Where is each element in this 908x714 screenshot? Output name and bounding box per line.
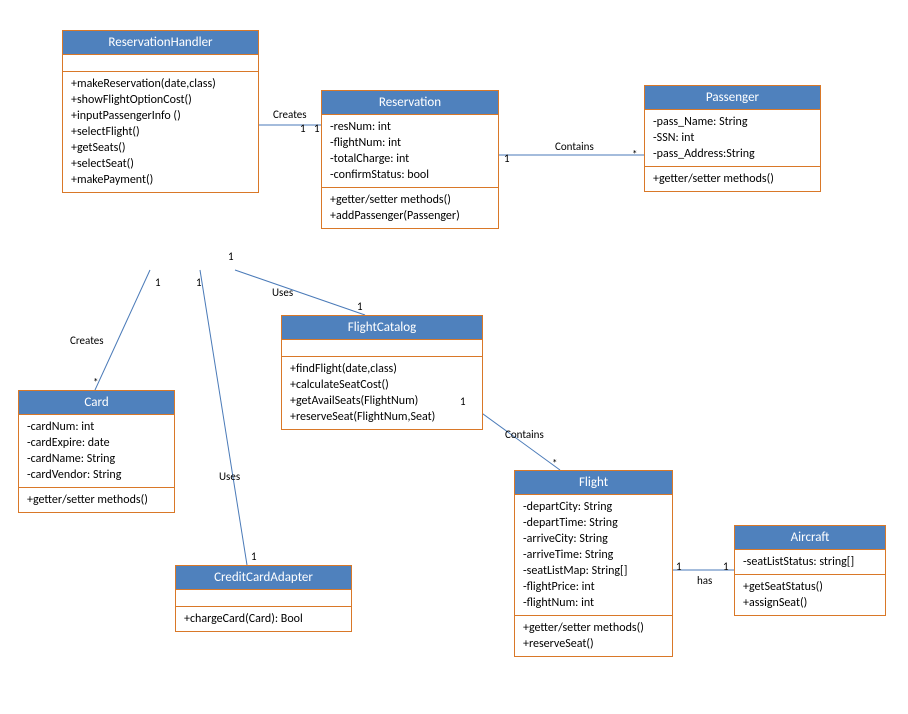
- mult: 1: [228, 250, 234, 263]
- attr: -cardExpire: date: [27, 435, 166, 451]
- mult: 1: [460, 395, 466, 408]
- attrs-section: [63, 55, 258, 72]
- class-flight: Flight -departCity: String -departTime: …: [514, 470, 673, 657]
- methods-section: +getter/setter methods(): [19, 488, 174, 512]
- method: +findFlight(date,class): [290, 361, 474, 377]
- method: +getter/setter methods(): [653, 171, 812, 187]
- method: +addPassenger(Passenger): [330, 208, 490, 224]
- attr: -resNum: int: [330, 119, 490, 135]
- attr: -arriveTime: String: [523, 547, 664, 563]
- mult: 1: [251, 550, 257, 563]
- method: +chargeCard(Card): Bool: [184, 611, 343, 627]
- method: +getSeatStatus(): [743, 579, 877, 595]
- method: +getter/setter methods(): [523, 620, 664, 636]
- class-reservation-handler: ReservationHandler +makeReservation(date…: [62, 30, 259, 193]
- assoc-label: has: [697, 574, 712, 587]
- assoc-label: Contains: [505, 428, 544, 441]
- methods-section: +makeReservation(date,class) +showFlight…: [63, 72, 258, 192]
- class-title: Aircraft: [735, 526, 885, 550]
- assoc-label: Contains: [555, 140, 594, 153]
- class-card: Card -cardNum: int -cardExpire: date -ca…: [18, 390, 175, 513]
- mult: 1: [155, 276, 161, 289]
- method: +reserveSeat(): [523, 636, 664, 652]
- attr: -pass_Address:String: [653, 146, 812, 162]
- attr: -departTime: String: [523, 515, 664, 531]
- mult: 1: [357, 300, 363, 313]
- mult: 1: [196, 276, 202, 289]
- class-title: ReservationHandler: [63, 31, 258, 55]
- attr: -departCity: String: [523, 499, 664, 515]
- attrs-section: -pass_Name: String -SSN: int -pass_Addre…: [645, 110, 820, 167]
- attr: -cardNum: int: [27, 419, 166, 435]
- attr: -arriveCity: String: [523, 531, 664, 547]
- attr: -cardVendor: String: [27, 467, 166, 483]
- attrs-section: -departCity: String -departTime: String …: [515, 495, 672, 616]
- class-title: Passenger: [645, 86, 820, 110]
- class-flight-catalog: FlightCatalog +findFlight(date,class) +c…: [281, 315, 483, 430]
- attr: -seatListStatus: string[]: [743, 554, 877, 570]
- class-credit-card-adapter: CreditCardAdapter +chargeCard(Card): Boo…: [175, 565, 352, 632]
- attr: -SSN: int: [653, 130, 812, 146]
- attr: -flightNum: int: [330, 135, 490, 151]
- method: +selectFlight(): [71, 124, 250, 140]
- method: +getter/setter methods(): [330, 192, 490, 208]
- class-title: FlightCatalog: [282, 316, 482, 340]
- method: +getAvailSeats(FlightNum): [290, 393, 474, 409]
- method: +reserveSeat(FlightNum,Seat): [290, 409, 474, 425]
- method: +assignSeat(): [743, 595, 877, 611]
- class-passenger: Passenger -pass_Name: String -SSN: int -…: [644, 85, 821, 192]
- method: +getter/setter methods(): [27, 492, 166, 508]
- methods-section: +getter/setter methods() +addPassenger(P…: [322, 188, 498, 228]
- mult: 1: [504, 152, 510, 165]
- mult: *: [93, 376, 98, 389]
- method: +makeReservation(date,class): [71, 76, 250, 92]
- class-aircraft: Aircraft -seatListStatus: string[] +getS…: [734, 525, 886, 616]
- assoc-label: Creates: [273, 108, 307, 121]
- method: +calculateSeatCost(): [290, 377, 474, 393]
- methods-section: +findFlight(date,class) +calculateSeatCo…: [282, 357, 482, 429]
- class-reservation: Reservation -resNum: int -flightNum: int…: [321, 90, 499, 229]
- method: +getSeats(): [71, 140, 250, 156]
- attrs-section: [176, 590, 351, 607]
- attr: -pass_Name: String: [653, 114, 812, 130]
- class-title: CreditCardAdapter: [176, 566, 351, 590]
- attr: -seatListMap: String[]: [523, 563, 664, 579]
- assoc-label: Creates: [70, 334, 104, 347]
- method: +inputPassengerInfo (): [71, 108, 250, 124]
- attr: -cardName: String: [27, 451, 166, 467]
- class-title: Flight: [515, 471, 672, 495]
- attrs-section: -resNum: int -flightNum: int -totalCharg…: [322, 115, 498, 188]
- methods-section: +getter/setter methods(): [645, 167, 820, 191]
- attrs-section: -seatListStatus: string[]: [735, 550, 885, 575]
- mult: 1: [314, 122, 320, 135]
- attrs-section: [282, 340, 482, 357]
- class-title: Reservation: [322, 91, 498, 115]
- methods-section: +getter/setter methods() +reserveSeat(): [515, 616, 672, 656]
- mult: *: [552, 457, 557, 470]
- assoc-label: Uses: [272, 286, 293, 299]
- mult: *: [632, 148, 637, 161]
- attr: -totalCharge: int: [330, 151, 490, 167]
- mult: 1: [300, 122, 306, 135]
- method: +selectSeat(): [71, 156, 250, 172]
- mult: 1: [676, 560, 682, 573]
- method: +makePayment(): [71, 172, 250, 188]
- methods-section: +getSeatStatus() +assignSeat(): [735, 575, 885, 615]
- assoc-label: Uses: [219, 470, 240, 483]
- method: +showFlightOptionCost(): [71, 92, 250, 108]
- methods-section: +chargeCard(Card): Bool: [176, 607, 351, 631]
- attr: -flightNum: int: [523, 595, 664, 611]
- attrs-section: -cardNum: int -cardExpire: date -cardNam…: [19, 415, 174, 488]
- mult: 1: [723, 560, 729, 573]
- class-title: Card: [19, 391, 174, 415]
- attr: -flightPrice: int: [523, 579, 664, 595]
- attr: -confirmStatus: bool: [330, 167, 490, 183]
